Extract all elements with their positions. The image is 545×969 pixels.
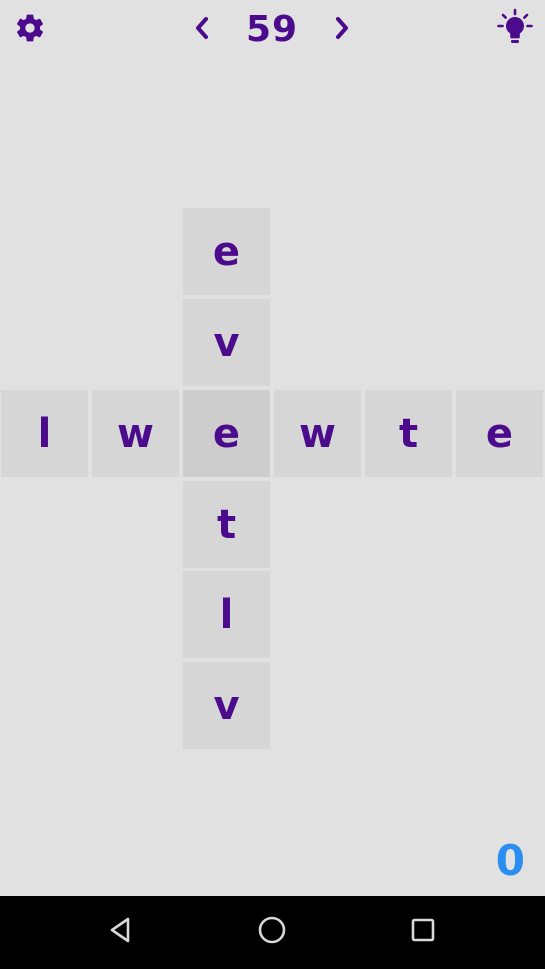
previous-level-button[interactable] [186,12,218,48]
home-button[interactable] [252,914,292,950]
chevron-right-icon [332,14,352,46]
vertical-tile-4[interactable]: t [183,481,270,568]
intersection-tile[interactable]: e [183,390,270,477]
gear-icon [14,12,46,48]
horizontal-tile-5[interactable]: t [365,390,452,477]
vertical-tile-6[interactable]: v [183,662,270,749]
hint-button[interactable] [494,8,536,50]
recents-square-icon [408,915,438,949]
vertical-tile-2[interactable]: v [183,299,270,386]
level-number: 59 [245,9,299,50]
settings-button[interactable] [10,10,50,50]
recents-button[interactable] [403,914,443,950]
home-circle-icon [256,914,288,950]
top-bar: 59 [0,0,545,62]
back-button[interactable] [101,914,141,950]
horizontal-tile-1[interactable]: l [1,390,88,477]
android-navigation-bar [0,896,545,969]
horizontal-tile-6[interactable]: e [456,390,543,477]
horizontal-tile-2[interactable]: w [92,390,179,477]
vertical-tile-5[interactable]: l [183,571,270,658]
lightbulb-icon [496,8,534,50]
score-counter: 0 [495,836,525,885]
chevron-left-icon [192,14,212,46]
vertical-tile-1[interactable]: e [183,208,270,295]
horizontal-tile-4[interactable]: w [274,390,361,477]
back-triangle-icon [106,915,136,949]
next-level-button[interactable] [326,12,358,48]
